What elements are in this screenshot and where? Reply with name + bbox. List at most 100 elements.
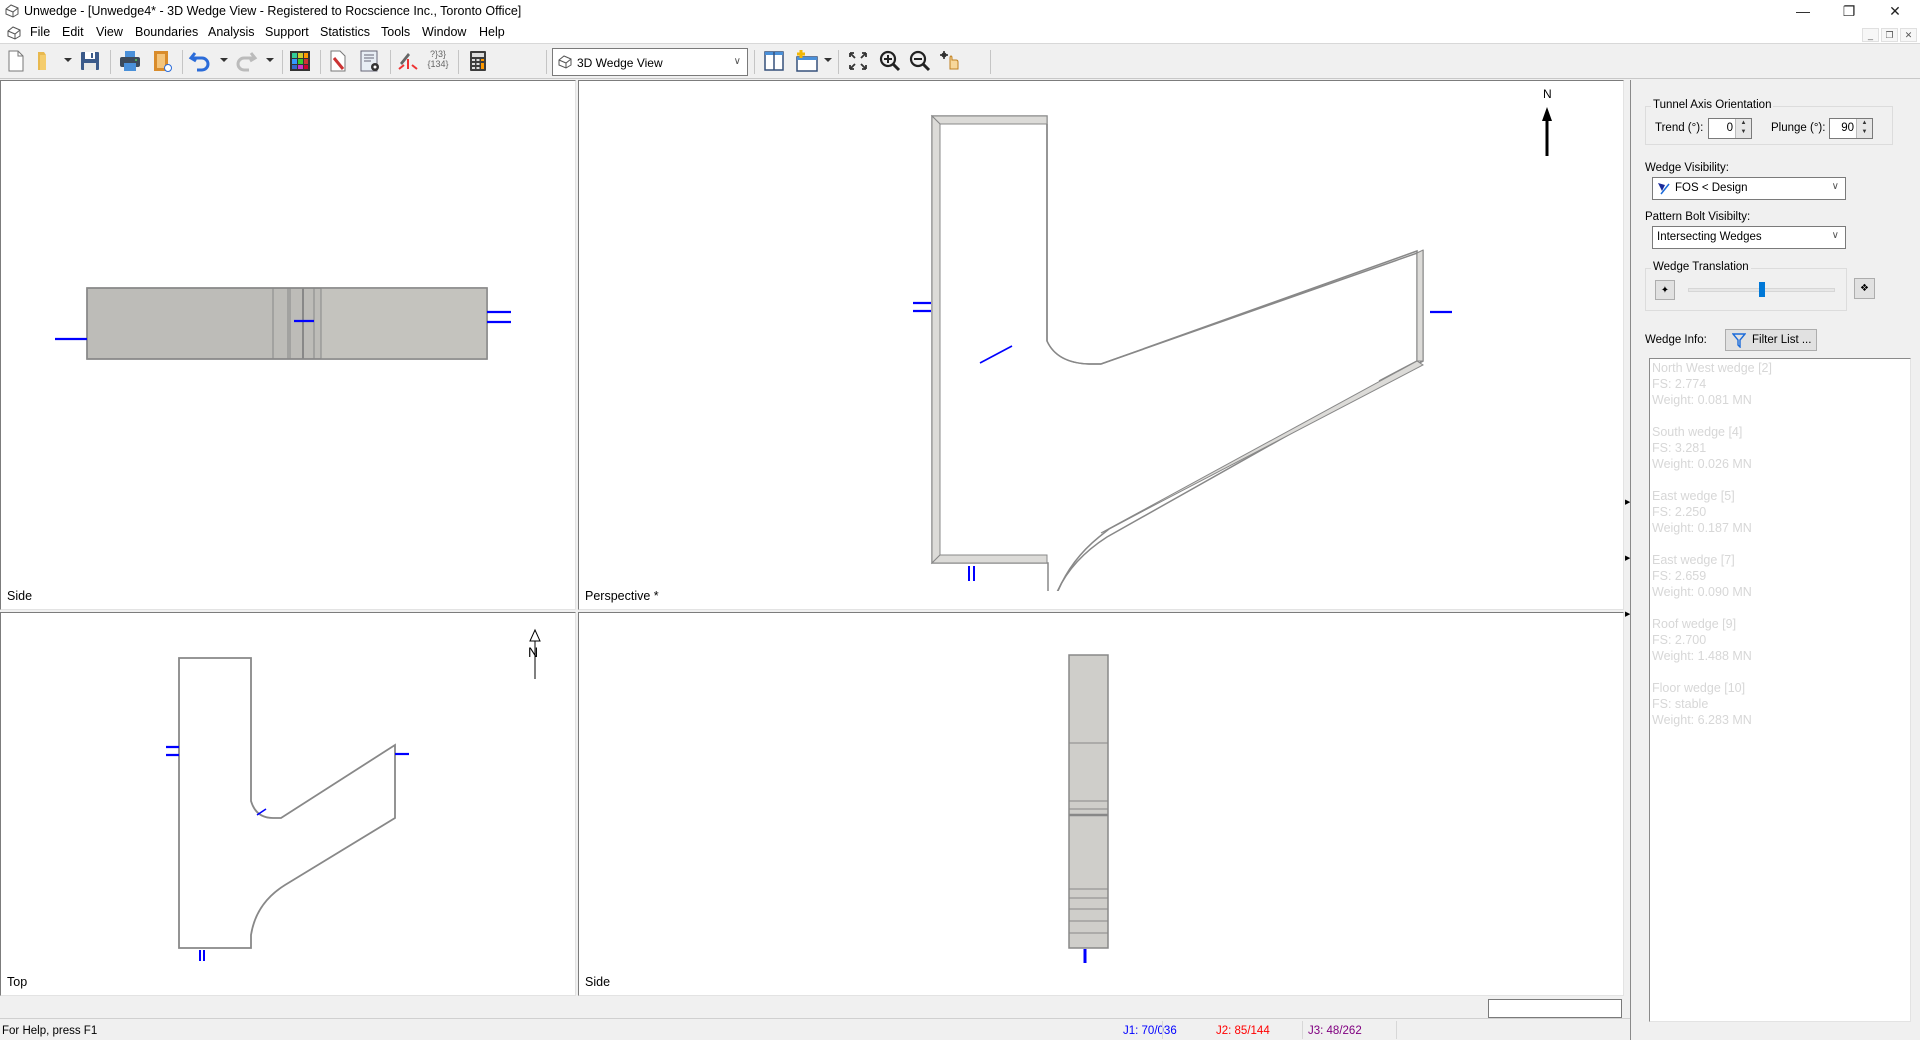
- status-j2: J2: 85/144: [1216, 1025, 1270, 1037]
- undo-dropdown-arrow[interactable]: [220, 58, 228, 62]
- wedge-info-fs: FS: 3.281: [1652, 441, 1707, 455]
- mdi-restore-button[interactable]: ❐: [1881, 28, 1898, 42]
- pan-icon[interactable]: [938, 49, 962, 73]
- trend-stepper[interactable]: 0 ▲ ▼: [1708, 118, 1752, 139]
- status-help-text: For Help, press F1: [2, 1025, 98, 1037]
- minimize-button[interactable]: —: [1780, 0, 1826, 22]
- joint-combinations-icon[interactable]: [396, 49, 420, 73]
- redo-icon[interactable]: [234, 49, 258, 73]
- toolbar-separator: [182, 50, 183, 74]
- chevron-down-icon: ∨: [1831, 181, 1839, 192]
- top-view-drawing: [166, 628, 541, 961]
- app-icon: [5, 4, 19, 18]
- restore-button[interactable]: ❐: [1826, 0, 1872, 22]
- save-icon[interactable]: [78, 49, 102, 73]
- menu-tools[interactable]: Tools: [381, 25, 410, 39]
- menu-analysis[interactable]: Analysis: [208, 25, 255, 39]
- undo-icon[interactable]: [188, 49, 212, 73]
- menu-bar: File Edit View Boundaries Analysis Suppo…: [0, 22, 1920, 43]
- wedge-info-name: South wedge [4]: [1652, 425, 1743, 439]
- viewport-side-bottom[interactable]: Side: [578, 612, 1624, 996]
- wedge-visibility-label: Wedge Visibility:: [1645, 162, 1729, 174]
- mdi-close-button[interactable]: ✕: [1900, 28, 1917, 42]
- menu-boundaries[interactable]: Boundaries: [135, 25, 198, 39]
- viewport-side-top[interactable]: Side: [0, 80, 576, 610]
- plunge-stepper[interactable]: 90 ▲ ▼: [1829, 118, 1873, 139]
- zoom-in-icon[interactable]: [878, 49, 902, 73]
- viewport-top[interactable]: N Top: [0, 612, 576, 996]
- print-preview-icon[interactable]: [150, 49, 174, 73]
- tunnel-rim-left: [931, 114, 941, 565]
- chevron-down-icon: ∨: [1831, 230, 1839, 241]
- north-arrowhead-icon: [529, 628, 541, 642]
- wedge-info-fs: FS: 2.659: [1652, 569, 1707, 583]
- spin-arrows-icon[interactable]: ▲ ▼: [1735, 119, 1751, 138]
- zoom-extents-icon[interactable]: [846, 49, 870, 73]
- side-view-drawing: [55, 287, 511, 360]
- viewport-perspective[interactable]: N Perspective *: [578, 80, 1624, 610]
- tunnel-rim-bottom: [930, 554, 1048, 564]
- branch-lower-outline: [1057, 360, 1424, 591]
- mdi-minimize-button[interactable]: _: [1862, 28, 1879, 42]
- settings-doc-icon[interactable]: [358, 49, 382, 73]
- minimize-icon: —: [1796, 3, 1810, 19]
- restore-icon: ❐: [1842, 2, 1856, 19]
- excavation-outline: [931, 115, 1424, 591]
- pattern-bolt-dropdown[interactable]: Intersecting Wedges ∨: [1652, 226, 1846, 249]
- doc-app-icon[interactable]: [6, 25, 22, 41]
- translate-reset-button[interactable]: ✦: [1655, 280, 1675, 300]
- menu-statistics[interactable]: Statistics: [320, 25, 370, 39]
- viewport-label-side: Side: [7, 589, 33, 603]
- open-folder-icon[interactable]: [34, 49, 58, 73]
- menu-file[interactable]: File: [30, 25, 50, 39]
- add-view-dropdown-arrow[interactable]: [824, 58, 832, 62]
- plunge-label: Plunge (°):: [1771, 122, 1826, 134]
- mdi-restore-icon: ❐: [1885, 29, 1894, 40]
- trend-value: 0: [1726, 122, 1733, 134]
- chevron-down-icon: ∨: [733, 56, 741, 67]
- north-arrowhead-icon: [1542, 107, 1552, 121]
- open-dropdown-arrow[interactable]: [64, 58, 72, 62]
- menu-window[interactable]: Window: [422, 25, 466, 39]
- redo-dropdown-arrow[interactable]: [266, 58, 274, 62]
- filter-list-button[interactable]: Filter List ...: [1725, 329, 1817, 351]
- print-icon[interactable]: [118, 49, 142, 73]
- coordinate-field[interactable]: [1488, 999, 1622, 1018]
- translate-explode-button[interactable]: ❖: [1854, 278, 1875, 299]
- tile-views-icon[interactable]: [762, 49, 786, 73]
- toolbar-separator: [110, 50, 111, 74]
- menu-edit[interactable]: Edit: [62, 25, 84, 39]
- wedge-info-list[interactable]: North West wedge [2] FS: 2.774 Weight: 0.0…: [1649, 358, 1911, 1022]
- wedge-info-weight: Weight: 0.026 MN: [1652, 457, 1752, 471]
- viewport-label-perspective: Perspective *: [585, 589, 659, 603]
- bolt-marker: [166, 745, 179, 757]
- mdi-close-icon: ✕: [1904, 29, 1913, 40]
- menu-support[interactable]: Support: [265, 25, 309, 39]
- wedge-info-name: Roof wedge [9]: [1652, 617, 1737, 631]
- wedge-info-fs: FS: 2.250: [1652, 505, 1707, 519]
- new-file-icon[interactable]: [4, 49, 28, 73]
- excavation-outline: [178, 657, 396, 949]
- colors-palette-icon[interactable]: [288, 49, 312, 73]
- bolt-marker: [199, 950, 205, 961]
- wedge-info-name: North West wedge [2]: [1652, 361, 1772, 375]
- edit-boundary-icon[interactable]: [326, 49, 350, 73]
- menu-help[interactable]: Help: [479, 25, 505, 39]
- add-view-icon[interactable]: [794, 49, 818, 73]
- menu-view[interactable]: View: [96, 25, 123, 39]
- wedge-visibility-dropdown[interactable]: FOS < Design ∨: [1652, 177, 1846, 200]
- toolbar: ?}3} {134} 3D Wedge View ∨: [0, 43, 1920, 79]
- joint-set-combos-button[interactable]: ?}3} {134}: [426, 49, 450, 73]
- side-panel: Tunnel Axis Orientation Trend (°): 0 ▲ ▼ …: [1630, 80, 1920, 1040]
- zoom-out-icon[interactable]: [908, 49, 932, 73]
- north-label: N: [528, 644, 539, 660]
- tunnel-axis-title: Tunnel Axis Orientation: [1651, 99, 1774, 111]
- calculator-icon[interactable]: [466, 49, 490, 73]
- toolbar-separator: [838, 50, 839, 74]
- slider-thumb[interactable]: [1758, 282, 1765, 297]
- view-select-dropdown[interactable]: 3D Wedge View ∨: [552, 48, 748, 76]
- spin-arrows-icon[interactable]: ▲ ▼: [1856, 119, 1872, 138]
- 3d-wedge-icon: [558, 55, 572, 69]
- toolbar-separator: [282, 50, 283, 74]
- close-button[interactable]: ✕: [1872, 0, 1918, 22]
